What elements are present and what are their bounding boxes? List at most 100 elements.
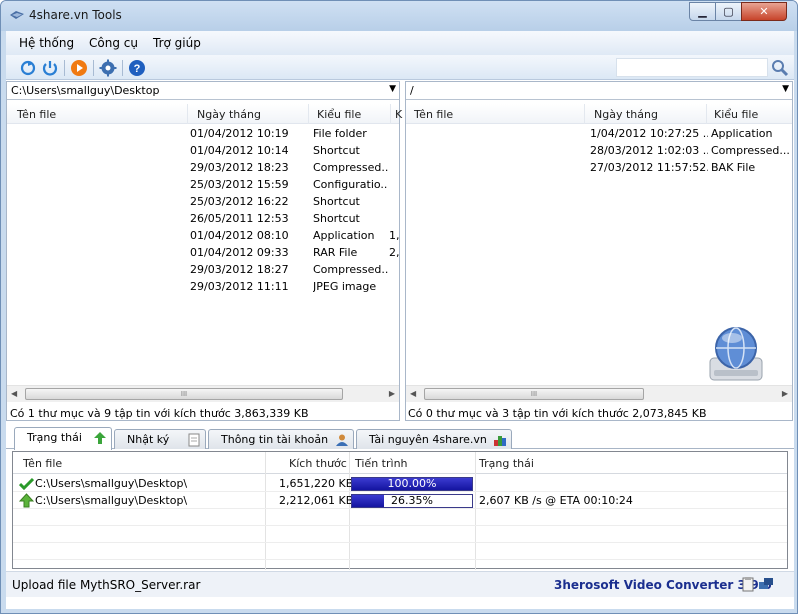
col-status[interactable]: Trạng thái — [479, 457, 534, 470]
remote-status-text: Có 0 thư mục và 3 tập tin với kích thước… — [408, 407, 707, 420]
file-row[interactable]: 01/04/2012 10:14 Shortcut — [7, 142, 399, 159]
upload-row[interactable]: C:\Users\smallguy\Desktop\ 1,651,220 KB … — [13, 475, 787, 492]
empty-row — [13, 509, 787, 526]
upload-row[interactable]: C:\Users\smallguy\Desktop\ 2,212,061 KB … — [13, 492, 787, 509]
column-divider[interactable] — [308, 104, 309, 124]
close-button[interactable]: ✕ — [741, 2, 787, 21]
status-message: Upload file MythSRO_Server.rar — [12, 578, 201, 592]
user-icon — [336, 434, 348, 446]
file-row[interactable]: 27/03/2012 11:57:52... BAK File — [406, 159, 792, 176]
column-divider[interactable] — [584, 104, 585, 124]
col-filename[interactable]: Tên file — [414, 108, 453, 121]
remote-column-header: Tên file Ngày tháng Kiểu file — [406, 104, 792, 124]
clipboard-icon[interactable] — [740, 576, 756, 592]
maximize-button[interactable]: ▢ — [715, 2, 742, 21]
col-type[interactable]: Kiểu file — [714, 108, 758, 121]
file-row[interactable]: 28/03/2012 1:02:03 ... Compressed... — [406, 142, 792, 159]
empty-row — [13, 526, 787, 543]
play-icon[interactable] — [70, 59, 88, 77]
file-row[interactable]: 01/04/2012 09:33RAR File2,2 — [7, 244, 399, 261]
remote-file-list: 1/04/2012 10:27:25 ... Application 28/03/… — [406, 125, 792, 176]
column-divider[interactable] — [706, 104, 707, 124]
col-date[interactable]: Ngày tháng — [197, 108, 261, 121]
scroll-left-icon[interactable]: ◀ — [410, 389, 416, 398]
local-path: C:\Users\smallguy\Desktop — [11, 84, 160, 97]
upload-column-header: Tên file Kích thước Tiến trình Trạng thá… — [13, 452, 787, 474]
tab-resources[interactable]: Tài nguyên 4share.vn — [356, 429, 512, 449]
file-row[interactable]: 25/03/2012 15:59 Configuratio... — [7, 176, 399, 193]
file-row[interactable]: 1/04/2012 10:27:25 ... Application — [406, 125, 792, 142]
menu-help[interactable]: Trợ giúp — [153, 36, 201, 50]
empty-row — [13, 543, 787, 560]
title-bar: 4share.vn Tools ▁ ▢ ✕ — [1, 1, 797, 31]
local-horizontal-scrollbar[interactable]: ◀ III ▶ — [7, 385, 399, 402]
bottom-tabs: Trạng thái Nhật ký Thông tin tài khoản T… — [6, 427, 794, 450]
power-icon[interactable] — [41, 59, 59, 77]
tab-status[interactable]: Trạng thái — [14, 427, 112, 450]
menu-tools[interactable]: Công cụ — [89, 36, 138, 50]
column-divider[interactable] — [187, 104, 188, 124]
file-row[interactable]: 01/04/2012 08:10Application1,6 — [7, 227, 399, 244]
refresh-icon[interactable] — [19, 59, 37, 77]
close-icon: ✕ — [759, 5, 769, 18]
file-row[interactable]: 01/04/2012 10:19 File folder — [7, 125, 399, 142]
remote-path-select[interactable]: / ▼ — [406, 82, 792, 100]
progress-label: 100.00% — [387, 477, 437, 490]
progress-label: 26.35% — [391, 494, 433, 507]
file-row[interactable]: 29/03/2012 18:27 Compressed... — [7, 261, 399, 278]
network-drive-icon — [709, 327, 763, 381]
scroll-right-icon[interactable]: ▶ — [389, 389, 395, 398]
col-type[interactable]: Kiểu file — [317, 108, 361, 121]
dropdown-arrow-icon[interactable]: ▼ — [782, 84, 789, 94]
toolbar-separator — [93, 60, 94, 76]
tab-log[interactable]: Nhật ký — [114, 429, 206, 449]
main-area: Hệ thống Công cụ Trợ giúp ? C:\Users\sma… — [6, 31, 794, 609]
toolbar: ? — [6, 55, 794, 80]
column-divider[interactable] — [390, 104, 391, 124]
remote-path: / — [410, 84, 414, 97]
file-row[interactable]: 29/03/2012 18:23 Compressed... — [7, 159, 399, 176]
remote-horizontal-scrollbar[interactable]: ◀ III ▶ — [406, 385, 792, 402]
local-column-header: Tên file Ngày tháng Kiểu file K — [7, 104, 402, 124]
col-date[interactable]: Ngày tháng — [594, 108, 658, 121]
status-bar: Upload file MythSRO_Server.rar 3herosoft… — [6, 571, 794, 597]
check-icon — [19, 477, 34, 490]
file-row[interactable]: 29/03/2012 11:11 JPEG image — [7, 278, 399, 295]
minimize-button[interactable]: ▁ — [689, 2, 716, 21]
tab-account-info[interactable]: Thông tin tài khoản — [208, 429, 354, 449]
settings-icon[interactable] — [99, 59, 117, 77]
window-title: 4share.vn Tools — [29, 8, 122, 22]
progress-bar: 26.35% — [351, 494, 473, 508]
local-path-select[interactable]: C:\Users\smallguy\Desktop ▼ — [7, 82, 399, 100]
upload-arrow-icon — [94, 432, 106, 444]
scroll-right-icon[interactable]: ▶ — [782, 389, 788, 398]
scroll-thumb[interactable]: III — [25, 388, 343, 400]
col-progress[interactable]: Tiến trình — [355, 457, 408, 470]
col-size[interactable]: K — [395, 108, 402, 121]
app-window: 4share.vn Tools ▁ ▢ ✕ Hệ thống Công cụ T… — [0, 0, 798, 614]
col-filename[interactable]: Tên file — [17, 108, 56, 121]
file-row[interactable]: 26/05/2011 12:53 Shortcut — [7, 210, 399, 227]
search-icon[interactable] — [769, 57, 791, 78]
local-status-text: Có 1 thư mục và 9 tập tin với kích thước… — [10, 407, 309, 420]
resources-icon — [494, 436, 506, 446]
remote-files-pane: / ▼ Tên file Ngày tháng Kiểu file 1/04/2… — [405, 81, 793, 421]
toolbar-separator — [64, 60, 65, 76]
progress-bar: 100.00% — [351, 477, 473, 491]
scroll-thumb[interactable]: III — [424, 388, 644, 400]
local-files-pane: C:\Users\smallguy\Desktop ▼ Tên file Ngà… — [6, 81, 402, 421]
local-file-list: 01/04/2012 10:19 File folder 01/04/2012 1… — [7, 125, 399, 295]
search-input[interactable] — [616, 58, 768, 77]
help-icon[interactable]: ? — [128, 59, 146, 77]
monitor-icon[interactable] — [758, 576, 774, 592]
dropdown-arrow-icon[interactable]: ▼ — [389, 84, 396, 94]
col-size[interactable]: Kích thước — [289, 457, 347, 470]
upload-queue: Tên file Kích thước Tiến trình Trạng thá… — [12, 451, 788, 570]
col-filename[interactable]: Tên file — [23, 457, 62, 470]
upload-arrow-icon — [19, 493, 34, 508]
svg-text:?: ? — [134, 63, 141, 75]
app-logo-icon — [10, 11, 24, 19]
menu-system[interactable]: Hệ thống — [19, 36, 74, 50]
file-row[interactable]: 25/03/2012 16:22 Shortcut — [7, 193, 399, 210]
scroll-left-icon[interactable]: ◀ — [11, 389, 17, 398]
